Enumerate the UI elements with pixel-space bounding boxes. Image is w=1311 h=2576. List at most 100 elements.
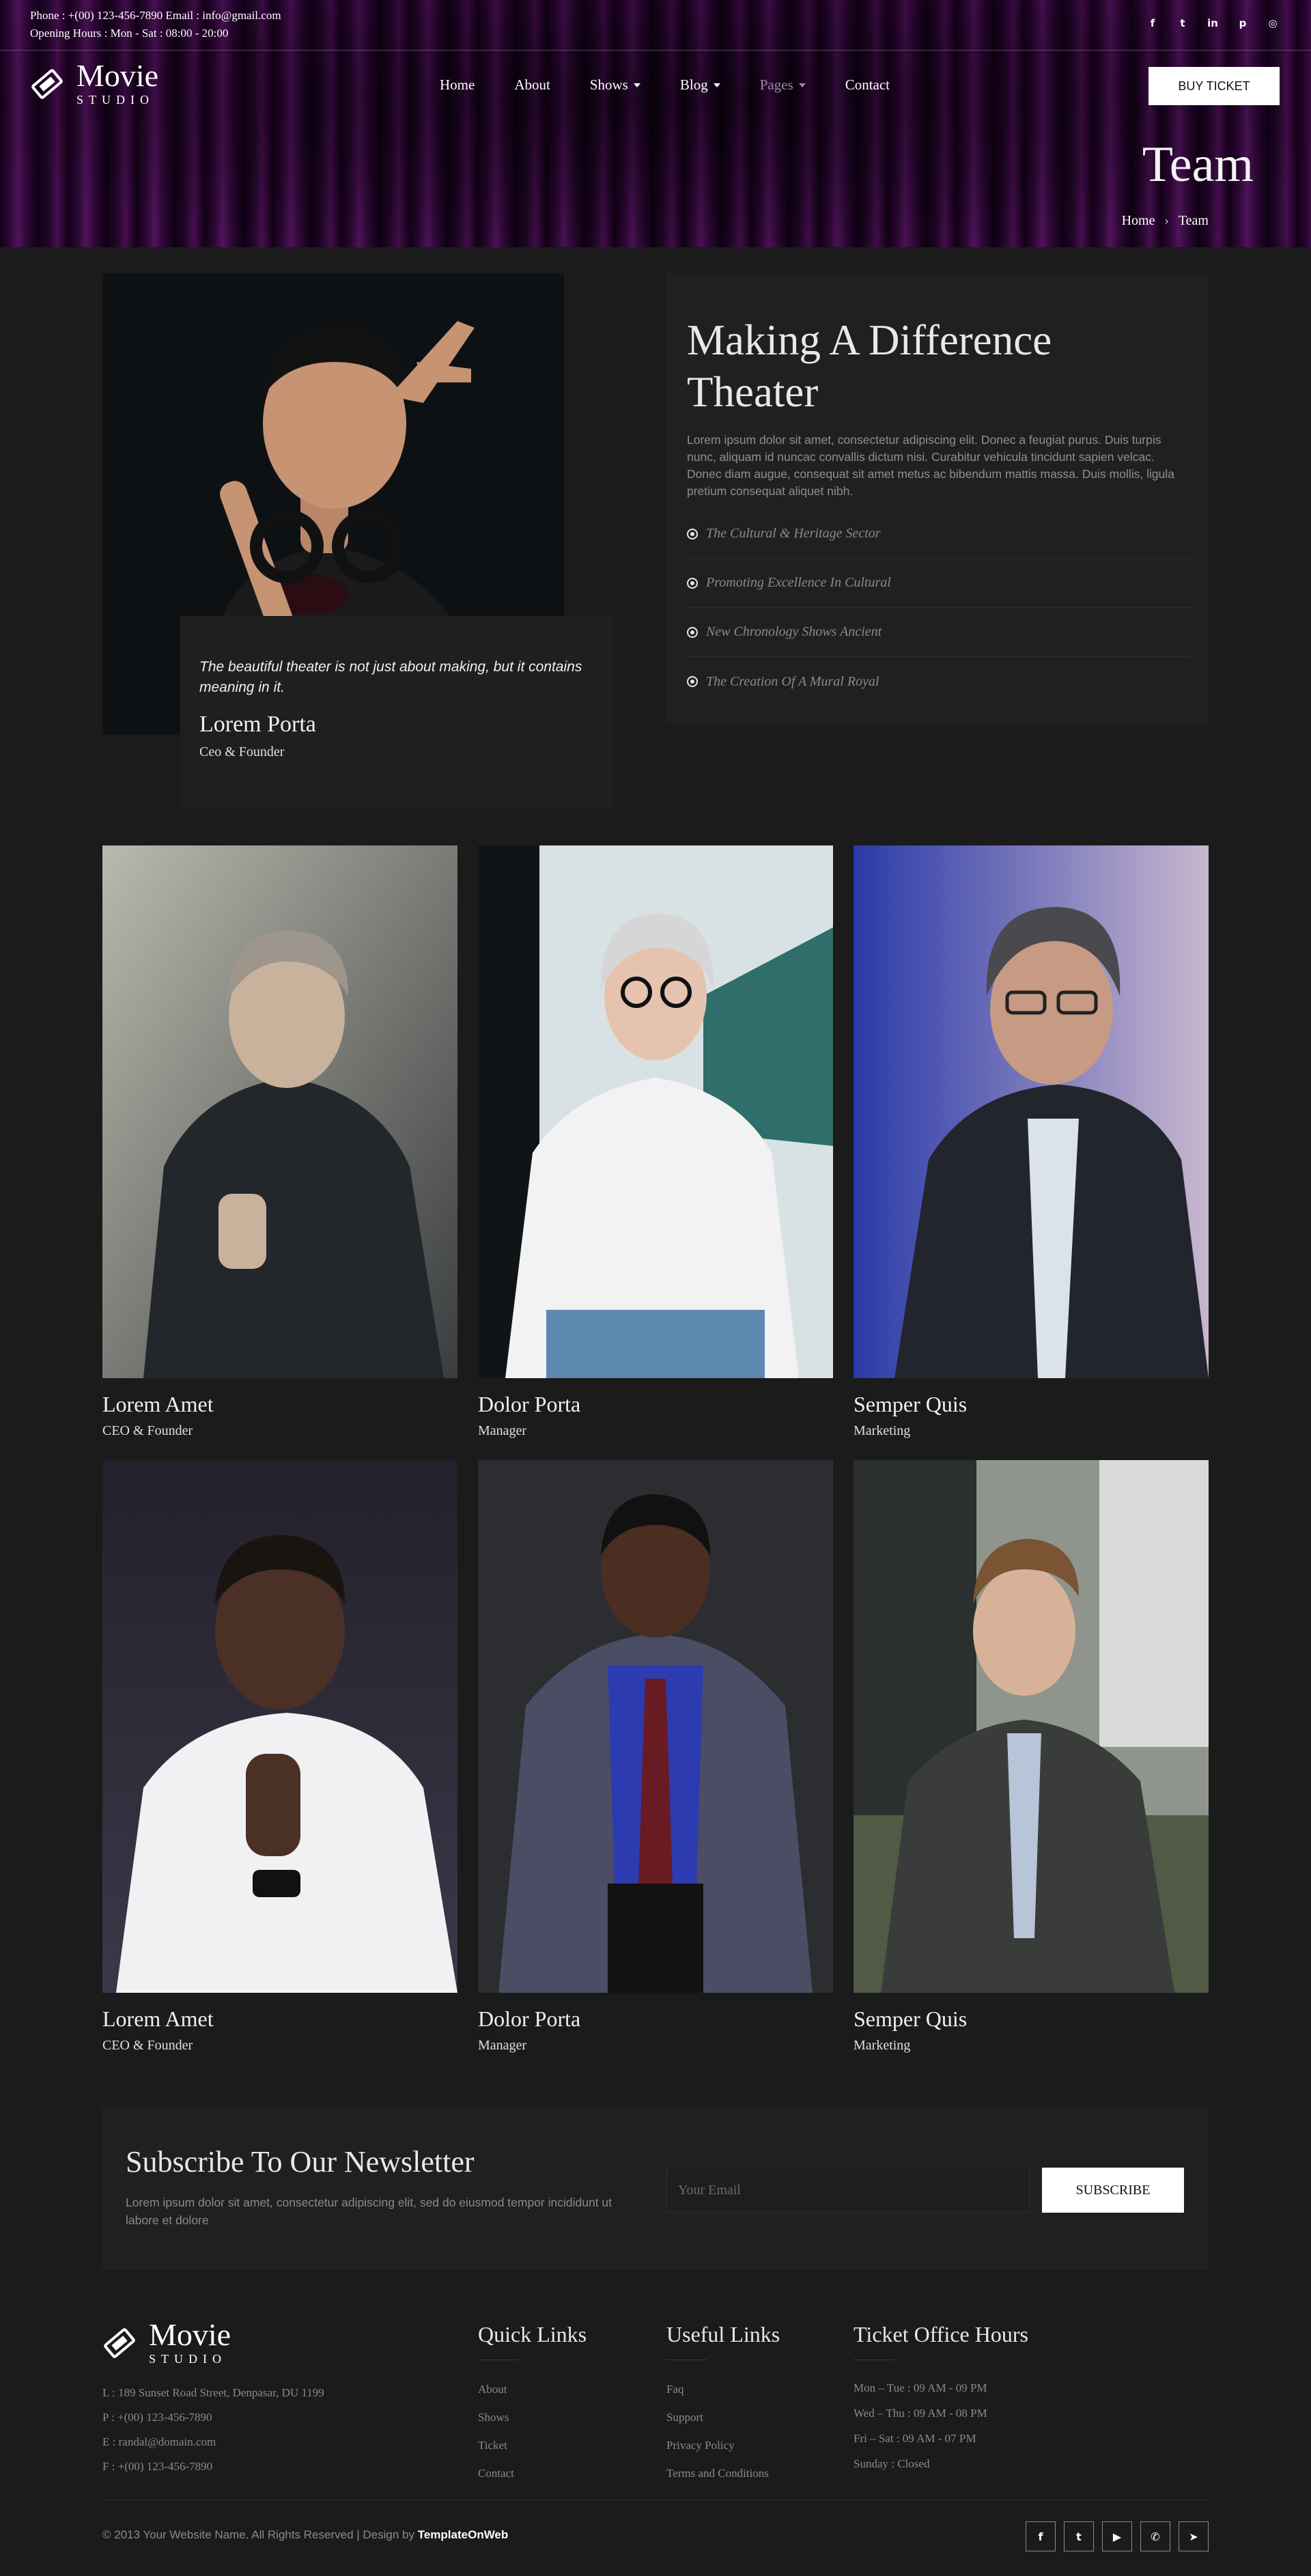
footer-link-about[interactable]: About (478, 2375, 587, 2403)
facebook-icon[interactable]: f (1144, 15, 1161, 31)
contact-phone-email: Phone : +(00) 123-456-7890 Email : info@… (30, 9, 281, 22)
team-member-photo (478, 1460, 833, 1993)
team-member-photo (102, 845, 457, 1378)
site-logo[interactable]: Movie STUDIO (30, 60, 158, 107)
brand-subtitle: STUDIO (76, 93, 154, 107)
list-item-label: Promoting Excellence In Cultural (706, 575, 891, 590)
nav-blog-label: Blog (679, 76, 708, 93)
quick-links: Quick Links About Shows Ticket Contact (478, 2322, 587, 2487)
footer-link-contact[interactable]: Contact (478, 2459, 587, 2487)
footer-phone: P : +(00) 123-456-7890 (102, 2411, 212, 2424)
team-member-card[interactable]: Lorem Amet CEO & Founder (102, 1460, 457, 2054)
useful-links-title: Useful Links (666, 2322, 780, 2347)
list-item-label: The Cultural & Heritage Sector (706, 526, 881, 541)
circle-dot-icon (687, 577, 698, 589)
page-title: Team (1142, 137, 1254, 193)
list-item: The Cultural & Heritage Sector (687, 509, 1191, 559)
nav-shows-label: Shows (589, 76, 628, 93)
team-member-role: CEO & Founder (102, 1423, 193, 1438)
ticket-logo-icon (31, 68, 63, 99)
list-item-label: New Chronology Shows Ancient (706, 624, 882, 639)
footer-link-terms[interactable]: Terms and Conditions (666, 2459, 780, 2487)
footer-logo[interactable]: Movie STUDIO (102, 2319, 231, 2366)
list-item: The Creation Of A Mural Royal (687, 657, 1191, 706)
list-item: New Chronology Shows Ancient (687, 608, 1191, 657)
circle-dot-icon (687, 528, 698, 540)
team-member-photo (854, 1460, 1209, 1993)
nav-contact[interactable]: Contact (845, 76, 890, 94)
team-member-role: CEO & Founder (102, 2038, 193, 2053)
opening-hours: Opening Hours : Mon - Sat : 08:00 - 20:0… (30, 27, 229, 40)
subscribe-button[interactable]: SUBSCRIBE (1042, 2168, 1184, 2213)
breadcrumb: Home › Team (1122, 213, 1209, 229)
primary-nav: Home About Shows Blog Pages Contact (440, 76, 929, 94)
hours-row: Mon – Tue : 09 AM - 09 PM (854, 2381, 987, 2394)
nav-pages[interactable]: Pages (760, 76, 806, 94)
nav-home[interactable]: Home (440, 76, 475, 94)
feature-list: The Cultural & Heritage Sector Promoting… (687, 509, 1191, 706)
instagram-icon[interactable]: ◎ (1265, 15, 1281, 31)
telegram-icon[interactable]: ➤ (1179, 2521, 1209, 2551)
nav-home-label: Home (440, 76, 475, 93)
footer-address: L : 189 Sunset Road Street, Denpasar, DU… (102, 2386, 324, 2399)
email-field[interactable] (666, 2168, 1030, 2213)
footer-link-shows[interactable]: Shows (478, 2403, 587, 2431)
chevron-down-icon (713, 83, 720, 87)
team-member-card[interactable]: Semper Quis Marketing (854, 1460, 1209, 2054)
team-member-photo (478, 845, 833, 1378)
team-member-name: Semper Quis (854, 1392, 968, 1416)
circle-dot-icon (687, 626, 698, 638)
team-member-role: Manager (478, 1423, 527, 1438)
footer-link-privacy[interactable]: Privacy Policy (666, 2431, 780, 2459)
nav-shows[interactable]: Shows (590, 76, 640, 94)
featured-member-name: Lorem Porta (199, 712, 316, 737)
circle-dot-icon (687, 676, 698, 687)
office-hours-title: Ticket Office Hours (854, 2322, 1028, 2347)
nav-about-label: About (514, 76, 550, 93)
nav-contact-label: Contact (845, 76, 890, 93)
designer-link[interactable]: TemplateOnWeb (418, 2528, 509, 2541)
team-member-card[interactable]: Dolor Porta Manager (478, 845, 833, 1439)
pinterest-icon[interactable]: p (1235, 15, 1251, 31)
team-member-name: Semper Quis (854, 2006, 968, 2031)
youtube-icon[interactable]: ▶ (1102, 2521, 1132, 2551)
team-member-photo (854, 845, 1209, 1378)
footer-link-support[interactable]: Support (666, 2403, 780, 2431)
ticket-office-hours: Ticket Office Hours Mon – Tue : 09 AM - … (854, 2322, 1028, 2476)
nav-about[interactable]: About (514, 76, 550, 94)
footer-link-faq[interactable]: Faq (666, 2375, 780, 2403)
footer-email: E : randal@domain.com (102, 2435, 216, 2448)
ticket-logo-icon (104, 2327, 135, 2358)
section-description: Lorem ipsum dolor sit amet, consectetur … (687, 433, 1174, 498)
newsletter-section: Subscribe To Our Newsletter Lorem ipsum … (102, 2106, 1209, 2270)
chevron-down-icon (633, 83, 640, 87)
buy-ticket-button[interactable]: BUY TICKET (1148, 67, 1280, 105)
quote-card: The beautiful theater is not just about … (180, 616, 615, 809)
contact-info: Phone : +(00) 123-456-7890 Email : info@… (30, 7, 281, 42)
whatsapp-icon[interactable]: ✆ (1140, 2521, 1170, 2551)
top-bar: Phone : +(00) 123-456-7890 Email : info@… (0, 0, 1311, 51)
team-member-card[interactable]: Semper Quis Marketing (854, 845, 1209, 1439)
footer-contact: L : 189 Sunset Road Street, Denpasar, DU… (102, 2381, 324, 2479)
team-member-name: Lorem Amet (102, 1392, 214, 1416)
twitter-icon[interactable]: t (1174, 15, 1191, 31)
team-member-card[interactable]: Dolor Porta Manager (478, 1460, 833, 2054)
useful-links: Useful Links Faq Support Privacy Policy … (666, 2322, 780, 2487)
facebook-icon[interactable]: f (1026, 2521, 1056, 2551)
nav-blog[interactable]: Blog (680, 76, 720, 94)
top-social-links: f t in p ◎ (1144, 15, 1281, 31)
hours-row: Sunday : Closed (854, 2457, 930, 2470)
team-member-name: Dolor Porta (478, 2006, 581, 2031)
breadcrumb-home[interactable]: Home (1122, 213, 1155, 229)
team-member-card[interactable]: Lorem Amet CEO & Founder (102, 845, 457, 1439)
about-theater-card: Making A Difference Theater Lorem ipsum … (666, 273, 1209, 724)
twitter-icon[interactable]: t (1064, 2521, 1094, 2551)
main-navbar: Movie STUDIO Home About Shows Blog Pages… (0, 51, 1311, 122)
team-member-name: Dolor Porta (478, 1392, 581, 1416)
linkedin-icon[interactable]: in (1204, 15, 1221, 31)
footer-social-links: f t ▶ ✆ ➤ (1026, 2521, 1209, 2551)
team-member-role: Marketing (854, 2038, 911, 2053)
team-member-name: Lorem Amet (102, 2006, 214, 2031)
footer-link-ticket[interactable]: Ticket (478, 2431, 587, 2459)
copyright: © 2013 Your Website Name. All Rights Res… (102, 2528, 508, 2542)
